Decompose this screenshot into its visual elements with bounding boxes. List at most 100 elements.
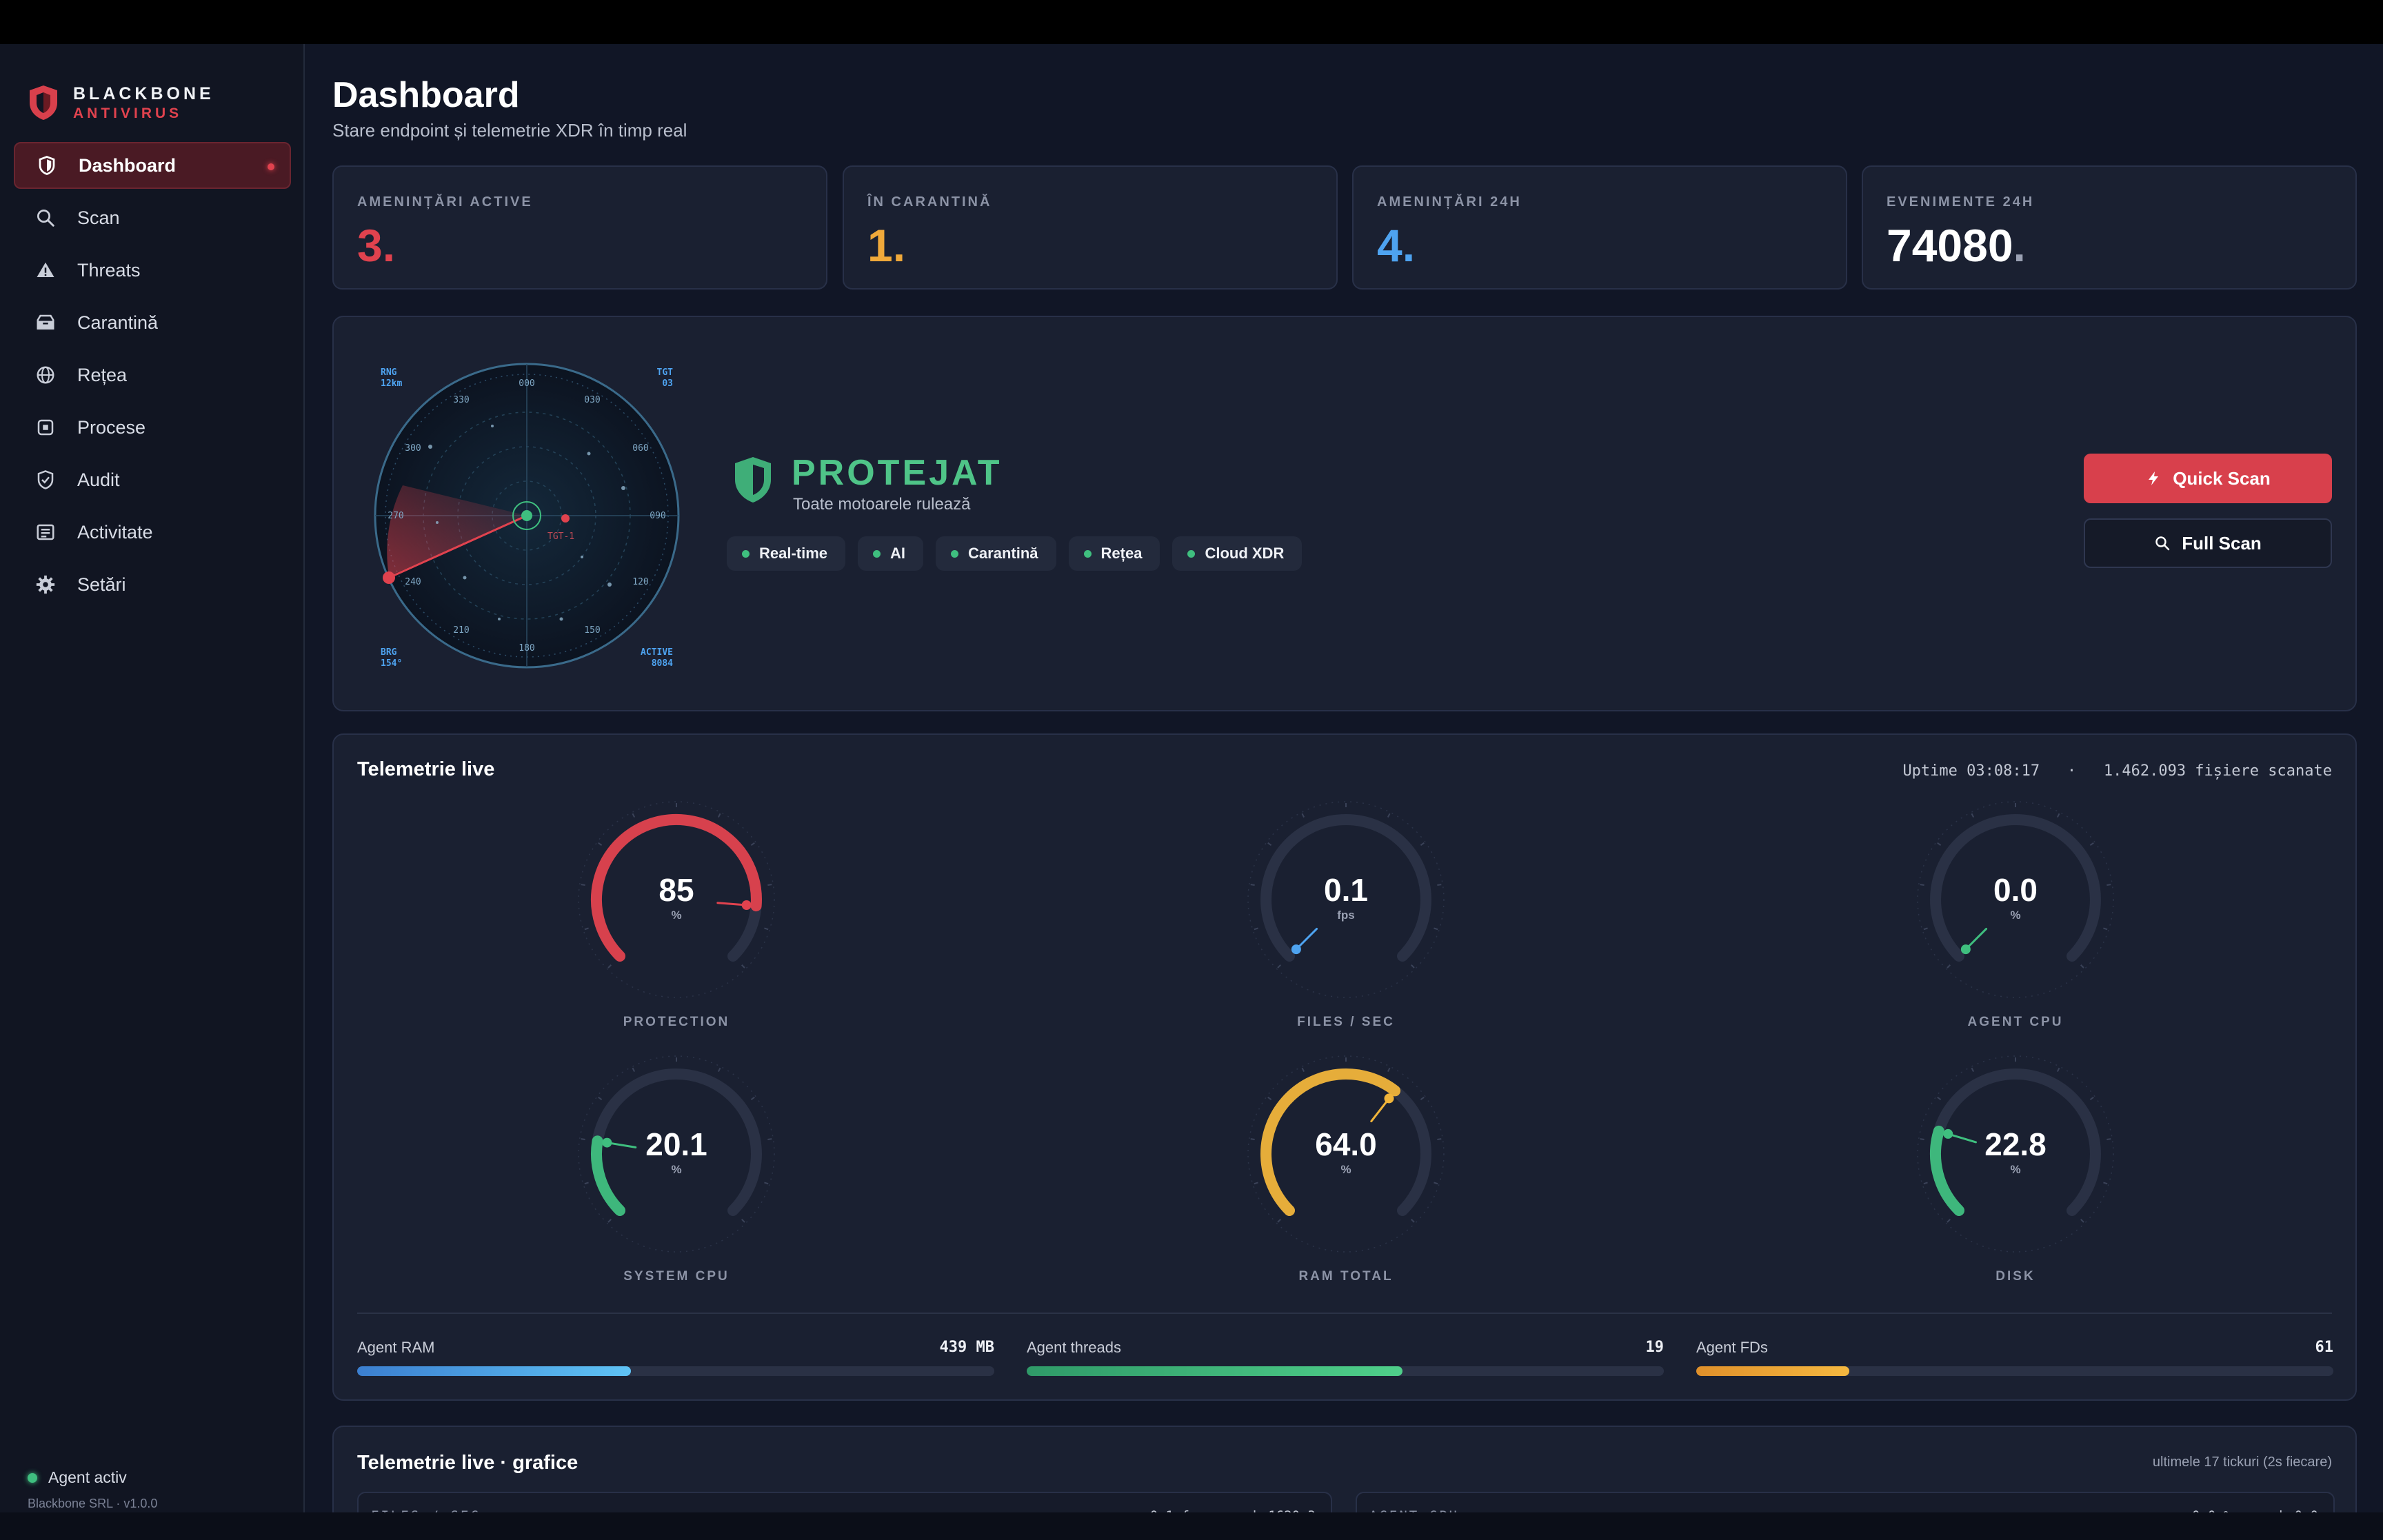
stat-label: AMENINȚĂRI ACTIVE (357, 194, 533, 210)
sidebar-item-network[interactable]: Rețea (14, 352, 291, 398)
gauge-tick (1277, 1219, 1281, 1223)
gauge-tick (1937, 1096, 1942, 1101)
stat-card-quarantine: ÎN CARANTINĂ 1. (843, 165, 1338, 290)
meter-agent-threads: Agent threads 19 (1027, 1339, 1664, 1376)
shield-status-icon (735, 457, 771, 503)
protection-status: PROTEJAT (792, 453, 1003, 493)
full-scan-button[interactable]: Full Scan (2084, 518, 2332, 568)
gauge-tick (1277, 964, 1281, 969)
gauge-label: SYSTEM CPU (623, 1269, 730, 1284)
stat-card-active-threats: AMENINȚĂRI ACTIVE 3. (332, 165, 827, 290)
meter-track (1027, 1366, 1664, 1376)
gauge-tick (607, 964, 612, 969)
gauge-needle-tip (1291, 944, 1301, 955)
sidebar-item-label: Rețea (77, 364, 128, 385)
bearing-label: 120 (632, 577, 648, 587)
notification-dot (268, 163, 274, 170)
gauge-agent-cpu: 0.0 % AGENT CPU (1916, 800, 2115, 1029)
gauge-tick (1267, 842, 1272, 847)
meter-agent-fds: Agent FDs 61 (1696, 1339, 2333, 1376)
gauge-label: DISK (1995, 1269, 2035, 1284)
sidebar-item-label: Setări (77, 574, 126, 595)
sidebar-nav: Dashboard Scan Threats Carantină Rețea P… (14, 142, 291, 614)
gauge-tick (764, 927, 769, 931)
gauge-tick (632, 813, 636, 818)
stat-value: 1. (867, 220, 906, 271)
sidebar-item-activity[interactable]: Activitate (14, 509, 291, 556)
stat-card-threats-24h: AMENINȚĂRI 24H 4. (1352, 165, 1847, 290)
bearing-label: 300 (405, 443, 421, 454)
bearing-label: 270 (388, 511, 403, 521)
protection-card: TGT-1 000 030 060 090 120 150 180 210 24… (332, 316, 2357, 711)
sidebar-item-label: Dashboard (79, 154, 177, 176)
bearing-label: 000 (519, 378, 534, 389)
files-scanned-label: 1.462.093 fișiere scanate (2103, 762, 2332, 780)
agent-status: Agent activ Blackbone SRL · v1.0.0 (28, 1468, 157, 1511)
main-content: Dashboard Stare endpoint și telemetrie X… (305, 44, 2383, 1536)
gauge-tick (2089, 842, 2094, 847)
gauge-tick (1387, 813, 1391, 818)
gauge-unit: % (2010, 909, 2021, 922)
meter-value: 61 (2315, 1339, 2334, 1356)
version-label: Blackbone SRL · v1.0.0 (28, 1497, 158, 1510)
bearing-label: 180 (519, 643, 534, 654)
meter-fill (1696, 1366, 1849, 1376)
radar-rng-value: 12km (381, 378, 402, 389)
gauge-tick (717, 813, 721, 818)
bearing-label: 150 (584, 625, 600, 636)
gauge-tick (1387, 1067, 1391, 1073)
sidebar-item-threats[interactable]: Threats (14, 247, 291, 294)
gauge-tick (1923, 927, 1928, 931)
gauge-tick (764, 1182, 769, 1185)
gauge-tick (2103, 1182, 2108, 1185)
brand-logo: BLACKBONE ANTIVIRUS (28, 79, 214, 127)
bearing-label: 030 (584, 395, 600, 405)
gauge-unit: fps (1337, 909, 1355, 922)
globe-icon (33, 363, 58, 387)
search-icon (33, 205, 58, 230)
sidebar-item-dashboard[interactable]: Dashboard (14, 142, 291, 189)
meter-track (1696, 1366, 2333, 1376)
chip-icon (33, 415, 58, 440)
stat-value: 74080. (1887, 220, 2026, 271)
gauge-tick (1301, 813, 1305, 818)
stat-label: ÎN CARANTINĂ (867, 194, 992, 210)
sidebar-item-label: Threats (77, 259, 141, 281)
module-pill: AI (858, 536, 924, 571)
gauge-tick (1267, 1096, 1272, 1101)
protection-detail: Toate motoarele rulează (793, 495, 971, 514)
gauge-tick (717, 1067, 721, 1073)
lightning-icon (2149, 472, 2159, 485)
sidebar-item-audit[interactable]: Audit (14, 456, 291, 503)
meter-fill (1027, 1366, 1403, 1376)
sidebar-item-scan[interactable]: Scan (14, 194, 291, 241)
gauge-needle-tip (1960, 944, 1971, 955)
gauge-tick (584, 1182, 589, 1185)
sidebar-item-processes[interactable]: Procese (14, 404, 291, 451)
meter-label: Agent RAM (357, 1339, 435, 1356)
telemetry-card: Telemetrie live Uptime 03:08:17 · 1.462.… (332, 733, 2357, 1401)
bearing-label: 240 (405, 577, 421, 587)
sidebar-item-settings[interactable]: Setări (14, 561, 291, 608)
sidebar-item-label: Audit (77, 469, 120, 490)
sidebar-item-quarantine[interactable]: Carantină (14, 299, 291, 346)
meter-track (357, 1366, 994, 1376)
stat-label: EVENIMENTE 24H (1887, 194, 2035, 210)
bearing-label: 330 (453, 395, 469, 405)
stat-label: AMENINȚĂRI 24H (1377, 194, 1522, 210)
radar-center (521, 510, 532, 521)
gauge-value: 85 (658, 872, 694, 908)
gauge-protection: 85 % PROTECTION (576, 800, 776, 1029)
meter-label: Agent FDs (1696, 1339, 1768, 1356)
gear-icon (33, 572, 58, 597)
gauge-label: RAM TOTAL (1298, 1269, 1394, 1284)
gauge-tick (2056, 1067, 2060, 1073)
radar-target (561, 514, 570, 523)
gauge-tick (1971, 813, 1975, 818)
radar-display: TGT-1 000 030 060 090 120 150 180 210 24… (374, 363, 680, 669)
stat-value: 3. (357, 220, 396, 271)
module-pill: Carantină (936, 536, 1056, 571)
status-dot (28, 1472, 37, 1483)
quick-scan-button[interactable]: Quick Scan (2084, 454, 2332, 503)
stat-card-events-24h: EVENIMENTE 24H 74080. (1862, 165, 2357, 290)
